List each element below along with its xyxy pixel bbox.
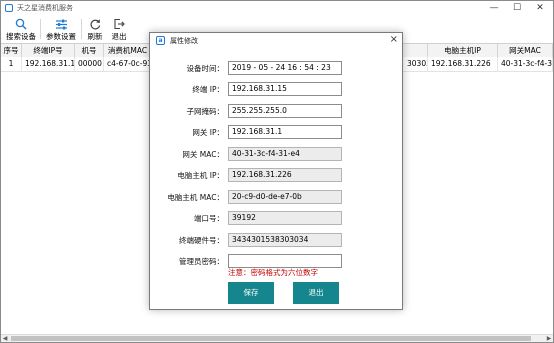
app-icon bbox=[5, 4, 13, 12]
cell-index: 1 bbox=[1, 57, 22, 71]
dialog-app-icon: a bbox=[156, 36, 165, 45]
dialog-title-bar: a 属性修改 × bbox=[150, 33, 402, 48]
hardware-no-field: 3434301538303034 bbox=[228, 233, 342, 247]
cell-terminal-ip: 192.168.31.15 bbox=[22, 57, 75, 71]
dialog-close-icon[interactable]: × bbox=[390, 34, 398, 45]
search-icon bbox=[15, 18, 27, 30]
column-header-gateway-mac[interactable]: 网关MAC bbox=[498, 44, 553, 57]
dialog-title: 属性修改 bbox=[170, 37, 198, 45]
cell-host-ip: 192.168.31.226 bbox=[428, 57, 498, 71]
admin-password-label: 管理员密码： bbox=[179, 257, 224, 266]
cell-machine-no: 00000 bbox=[75, 57, 104, 71]
exit-button[interactable]: 退出 bbox=[108, 16, 130, 43]
column-header-hidden[interactable] bbox=[404, 44, 428, 57]
terminal-ip-input[interactable]: 192.168.31.15 bbox=[228, 82, 342, 96]
maximize-button[interactable]: ☐ bbox=[506, 1, 528, 15]
cell-gateway-mac: 40-31-3c-f4-31-e4 bbox=[498, 57, 553, 71]
subnet-mask-input[interactable]: 255.255.255.0 bbox=[228, 104, 342, 118]
scrollbar-thumb[interactable] bbox=[11, 336, 531, 341]
property-edit-dialog: a 属性修改 × 设备时间： 2019 - 05 - 24 16 : 54 : … bbox=[149, 32, 403, 310]
host-ip-label: 电脑主机 IP： bbox=[177, 171, 224, 180]
cell-hardware-no: 303034 bbox=[404, 57, 428, 71]
device-time-picker[interactable]: 2019 - 05 - 24 16 : 54 : 23 bbox=[228, 61, 342, 75]
admin-password-input[interactable] bbox=[228, 254, 342, 268]
minimize-button[interactable]: — bbox=[483, 1, 505, 15]
gateway-mac-label: 网关 MAC： bbox=[182, 150, 224, 159]
search-devices-label: 搜索设备 bbox=[6, 32, 36, 41]
window-title: 天之星消费机服务 bbox=[17, 4, 73, 12]
scroll-left-icon[interactable]: ◀ bbox=[1, 335, 9, 342]
parameter-settings-button[interactable]: 参数设置 bbox=[43, 16, 79, 43]
gateway-ip-label: 网关 IP： bbox=[192, 128, 224, 137]
refresh-button[interactable]: 刷新 bbox=[84, 16, 106, 43]
title-bar: 天之星消费机服务 — ☐ ✕ bbox=[1, 1, 553, 15]
port-field: 39192 bbox=[228, 211, 342, 225]
refresh-icon bbox=[90, 19, 101, 30]
toolbar-divider bbox=[40, 19, 41, 39]
port-label: 端口号： bbox=[194, 214, 224, 223]
column-header-terminal-ip[interactable]: 终端IP号 bbox=[22, 44, 75, 57]
hardware-no-label: 终端硬件号： bbox=[179, 236, 224, 245]
gateway-mac-field: 40-31-3c-f4-31-e4 bbox=[228, 147, 342, 161]
settings-sliders-icon bbox=[55, 19, 67, 30]
column-header-machine-no[interactable]: 机号 bbox=[75, 44, 104, 57]
exit-icon bbox=[114, 18, 125, 30]
search-devices-button[interactable]: 搜索设备 bbox=[4, 16, 38, 43]
horizontal-scrollbar[interactable]: ◀ ▶ bbox=[1, 334, 553, 342]
save-button[interactable]: 保存 bbox=[228, 282, 274, 304]
column-header-host-ip[interactable]: 电脑主机IP bbox=[428, 44, 498, 57]
dialog-exit-button[interactable]: 退出 bbox=[293, 282, 339, 304]
close-button[interactable]: ✕ bbox=[529, 1, 551, 15]
gateway-ip-input[interactable]: 192.168.31.1 bbox=[228, 125, 342, 139]
password-format-note: 注意：密码格式为六位数字 bbox=[228, 268, 318, 277]
column-header-mac[interactable]: 消费机MAC bbox=[104, 44, 152, 57]
parameter-settings-label: 参数设置 bbox=[46, 32, 76, 41]
host-ip-field: 192.168.31.226 bbox=[228, 168, 342, 182]
device-time-label: 设备时间： bbox=[186, 64, 225, 73]
subnet-mask-label: 子网掩码： bbox=[186, 107, 225, 116]
scroll-right-icon[interactable]: ▶ bbox=[545, 335, 553, 342]
cell-mac: c4-67-0c-93 bbox=[104, 57, 152, 71]
host-mac-label: 电脑主机 MAC： bbox=[167, 193, 224, 202]
terminal-ip-label: 终端 IP： bbox=[192, 85, 224, 94]
exit-label: 退出 bbox=[111, 32, 127, 41]
host-mac-field: 20-c9-d0-de-e7-0b bbox=[228, 190, 342, 204]
column-header-index[interactable]: 序号 bbox=[1, 44, 22, 57]
refresh-label: 刷新 bbox=[87, 32, 103, 41]
toolbar-divider bbox=[81, 19, 82, 39]
